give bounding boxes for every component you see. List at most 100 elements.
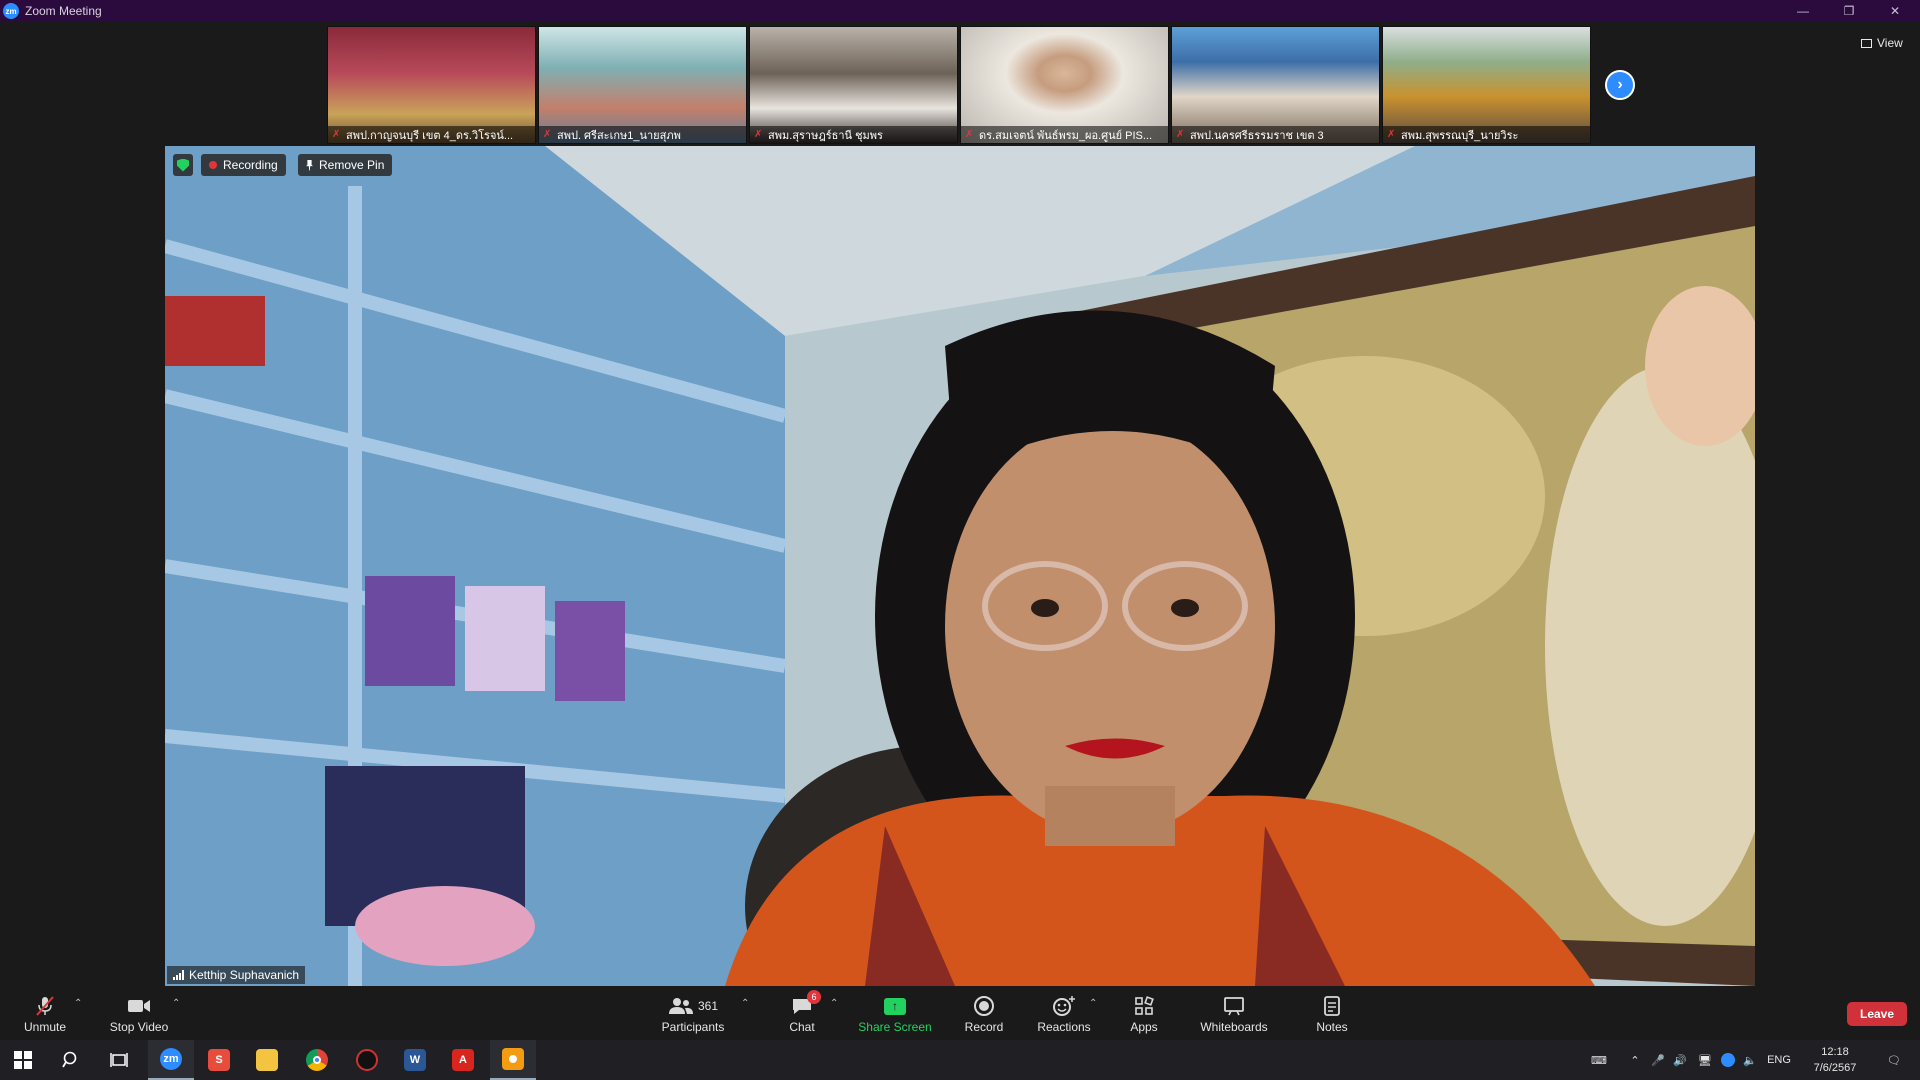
smiley-plus-icon	[1052, 994, 1076, 1018]
participants-count: 361	[697, 999, 719, 1013]
clock-time: 12:18	[1821, 1046, 1849, 1058]
pin-icon	[306, 159, 313, 171]
view-button[interactable]: View	[1855, 32, 1909, 54]
mic-muted-icon: ✗	[543, 129, 552, 140]
search-button[interactable]	[48, 1040, 94, 1080]
mic-muted-icon: ✗	[332, 129, 341, 140]
video-options-caret-icon[interactable]: ⌃	[172, 998, 180, 1009]
view-label: View	[1877, 36, 1903, 50]
restore-icon[interactable]: ❐	[1829, 0, 1869, 22]
chevron-up-icon[interactable]: ⌃	[1624, 1040, 1646, 1080]
taskbar-file-explorer[interactable]	[244, 1040, 290, 1080]
participant-name: สพม.สุราษฎร์ธานี ชุมพร	[768, 129, 883, 142]
participant-tile[interactable]: ✗ สพป.กาญจนบุรี เขต 4_ดร.วิโรจน์...	[327, 26, 536, 144]
reactions-caret-icon[interactable]: ⌃	[1089, 998, 1097, 1009]
unmute-button[interactable]: Unmute	[14, 988, 76, 1040]
taskbar-word[interactable]: W	[392, 1040, 438, 1080]
apps-icon	[1134, 994, 1154, 1018]
taskbar-app[interactable]	[344, 1040, 390, 1080]
close-icon[interactable]: ✕	[1875, 0, 1915, 22]
mic-muted-icon: ✗	[1387, 129, 1396, 140]
participants-caret-icon[interactable]: ⌃	[741, 998, 749, 1009]
meeting-stage: ✗ สพป.กาญจนบุรี เขต 4_ดร.วิโรจน์... ✗ สพป.…	[0, 22, 1920, 988]
remove-pin-button[interactable]: Remove Pin	[298, 154, 393, 176]
minimize-icon[interactable]: —	[1783, 0, 1823, 22]
taskbar-active-app[interactable]	[490, 1040, 536, 1080]
participants-button[interactable]: 361 Participants	[655, 988, 731, 1040]
zoom-app-icon: zm	[3, 3, 19, 19]
zoom-tray-icon[interactable]	[1718, 1040, 1738, 1080]
participant-name: สพป. ศรีสะเกษ1_นายสุภพ	[557, 129, 681, 142]
clock-date: 7/6/2567	[1813, 1062, 1857, 1074]
windows-taskbar: zm S W A ⌨ ⌃ 🎤 🔊 🖥 🔈 ENG 12:18 7/6/2567 …	[0, 1040, 1920, 1080]
task-view-button[interactable]	[96, 1040, 142, 1080]
notification-center-icon[interactable]: 🗨	[1872, 1040, 1916, 1080]
stop-video-button[interactable]: Stop Video	[104, 988, 174, 1040]
chat-icon: 6	[791, 990, 821, 1018]
reactions-button[interactable]: Reactions	[1034, 988, 1094, 1040]
whiteboard-icon	[1223, 994, 1245, 1018]
system-clock[interactable]: 12:18 7/6/2567	[1796, 1044, 1874, 1076]
participant-tile[interactable]: ✗ ดร.สมเจตน์ พันธ์พรม_ผอ.ศูนย์ PIS...	[960, 26, 1169, 144]
notes-icon	[1323, 994, 1341, 1018]
encryption-shield[interactable]	[173, 154, 193, 176]
participant-tile[interactable]: ✗ สพป. ศรีสะเกษ1_นายสุภพ	[538, 26, 747, 144]
orange-app-icon	[502, 1048, 524, 1070]
language-indicator[interactable]: ENG	[1764, 1040, 1794, 1080]
stop-video-label: Stop Video	[109, 1020, 169, 1034]
signal-bars-icon	[173, 970, 184, 980]
taskbar-zoom[interactable]: zm	[148, 1040, 194, 1080]
chat-caret-icon[interactable]: ⌃	[830, 998, 838, 1009]
record-icon	[973, 994, 995, 1018]
audio-options-caret-icon[interactable]: ⌃	[74, 998, 82, 1009]
participant-name: สพป.กาญจนบุรี เขต 4_ดร.วิโรจน์...	[346, 129, 514, 142]
participant-name: ดร.สมเจตน์ พันธ์พรม_ผอ.ศูนย์ PIS...	[979, 129, 1153, 142]
speaker-name-tag: Ketthip Suphavanich	[167, 966, 306, 984]
recording-label: Recording	[223, 158, 278, 172]
share-screen-button[interactable]: ↑ Share Screen	[855, 988, 935, 1040]
apps-label: Apps	[1130, 1020, 1158, 1034]
notes-button[interactable]: Notes	[1310, 988, 1354, 1040]
participant-tile[interactable]: ✗ สพป.นครศรีธรรมราช เขต 3	[1171, 26, 1380, 144]
leave-button[interactable]: Leave	[1847, 1002, 1907, 1026]
remove-pin-label: Remove Pin	[319, 158, 385, 172]
whiteboards-button[interactable]: Whiteboards	[1196, 988, 1272, 1040]
mic-muted-icon: ✗	[965, 129, 974, 140]
taskbar-acrobat[interactable]: A	[440, 1040, 486, 1080]
participant-tile[interactable]: ✗ สพม.สุราษฎร์ธานี ชุมพร	[749, 26, 958, 144]
chrome-icon	[306, 1049, 328, 1071]
chat-label: Chat	[789, 1020, 815, 1034]
reactions-label: Reactions	[1037, 1020, 1091, 1034]
mic-muted-icon: ✗	[1176, 129, 1185, 140]
taskbar-wps[interactable]: S	[196, 1040, 242, 1080]
next-page-button[interactable]: ›	[1605, 70, 1635, 100]
keyboard-icon[interactable]: ⌨	[1584, 1040, 1614, 1080]
taskbar-chrome[interactable]	[294, 1040, 340, 1080]
record-label: Record	[964, 1020, 1004, 1034]
whiteboards-label: Whiteboards	[1200, 1020, 1268, 1034]
app-icon	[356, 1049, 378, 1071]
meeting-toolbar: Unmute ⌃ Stop Video ⌃ 361 Participants ⌃…	[0, 988, 1920, 1040]
network-icon[interactable]: 🖥	[1694, 1040, 1716, 1080]
speaker-name: Ketthip Suphavanich	[189, 968, 300, 982]
participant-tile[interactable]: ✗ สพม.สุพรรณบุรี_นายวิระ	[1382, 26, 1591, 144]
windows-start-button[interactable]	[0, 1040, 46, 1080]
participant-name: สพป.นครศรีธรรมราช เขต 3	[1190, 129, 1324, 142]
chat-button[interactable]: 6 Chat	[776, 988, 828, 1040]
unmute-label: Unmute	[23, 1020, 67, 1034]
speaker-tray-icon[interactable]: 🔊	[1670, 1040, 1690, 1080]
recording-indicator[interactable]: Recording	[201, 154, 286, 176]
participants-label: Participants	[661, 1020, 725, 1034]
zoom-icon: zm	[160, 1048, 182, 1070]
main-video[interactable]: Recording Remove Pin Ketthip Suphavanich	[165, 146, 1755, 986]
volume-icon[interactable]: 🔈	[1740, 1040, 1760, 1080]
apps-button[interactable]: Apps	[1124, 988, 1164, 1040]
shield-icon	[177, 158, 189, 172]
search-icon	[62, 1051, 77, 1068]
speaker-video-frame	[165, 146, 1755, 986]
participants-icon: 361	[668, 994, 718, 1018]
notes-label: Notes	[1316, 1020, 1348, 1034]
microphone-tray-icon[interactable]: 🎤	[1648, 1040, 1668, 1080]
task-view-icon	[110, 1053, 128, 1067]
record-button[interactable]: Record	[958, 988, 1010, 1040]
